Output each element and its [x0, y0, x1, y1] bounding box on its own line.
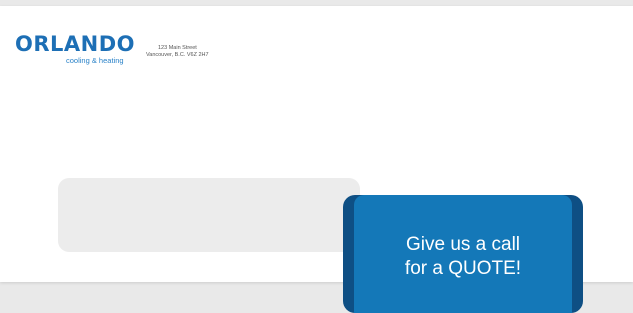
quote-badge-line-2: for a QUOTE! [404, 258, 522, 279]
logo-wordmark: ORLANDO [15, 32, 136, 56]
address-window [58, 178, 360, 252]
address-line-2: Vancouver, B.C. V6Z 2H7 [146, 52, 209, 58]
company-logo: ORLANDO cooling & heating [15, 32, 137, 66]
quote-badge-line-1: Give us a call [405, 234, 521, 255]
logo-tagline: cooling & heating [66, 56, 124, 65]
return-address: 123 Main Street Vancouver, B.C. V6Z 2H7 [146, 45, 209, 59]
quote-badge: Give us a call for a QUOTE! [354, 195, 572, 313]
address-line-1: 123 Main Street [158, 45, 197, 51]
